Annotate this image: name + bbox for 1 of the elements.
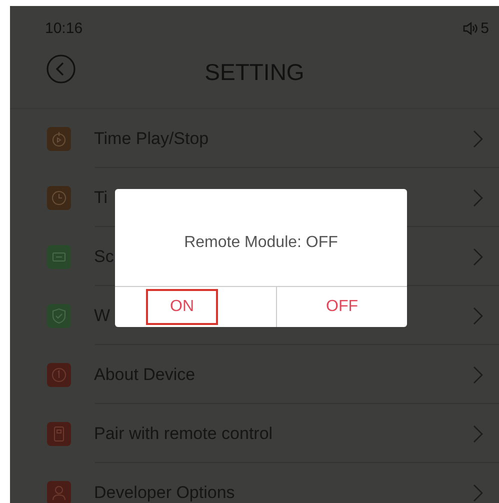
- dialog-message: Remote Module: OFF: [183, 232, 339, 252]
